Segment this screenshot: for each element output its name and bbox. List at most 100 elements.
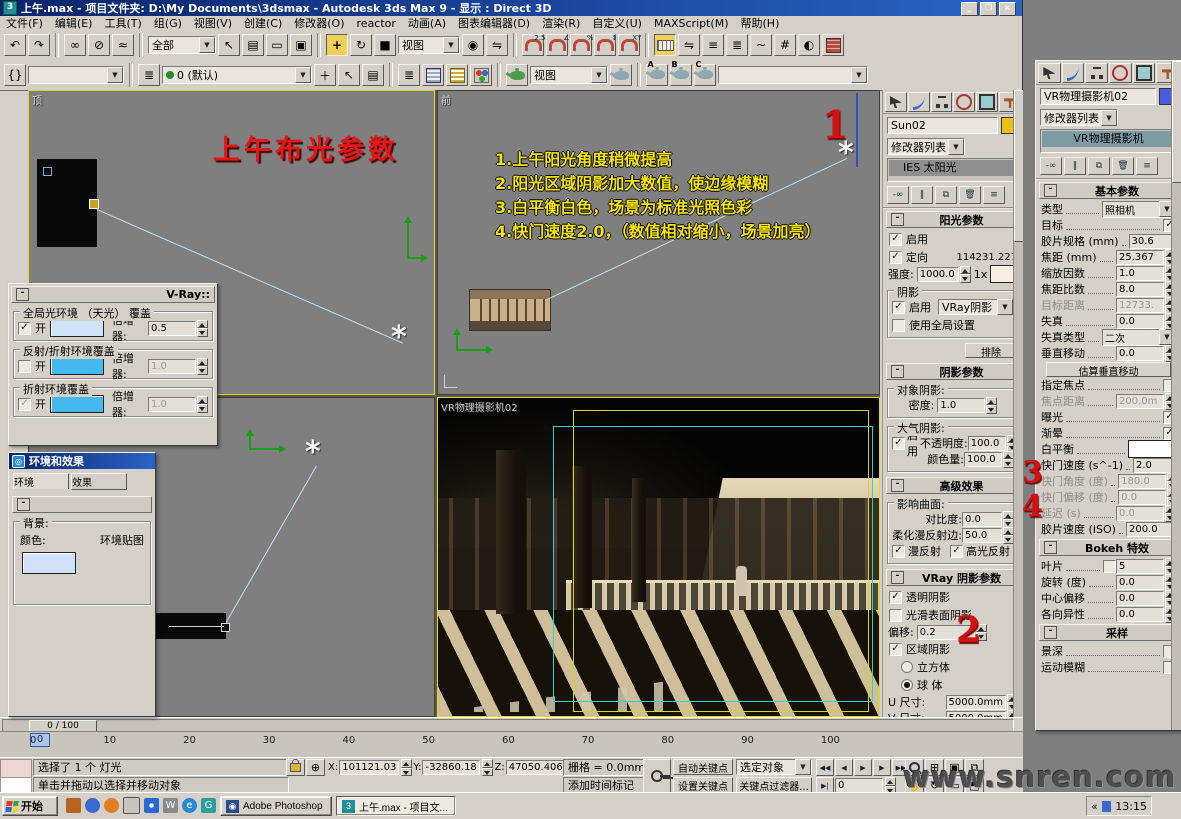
menu-item[interactable]: MAXScript(M) [648,17,735,30]
absolute-mode-button[interactable]: ⊕ [306,759,325,776]
scrollbar-thumb[interactable] [1172,61,1181,183]
density-field[interactable]: 1.0 [937,398,985,413]
chevron-down-icon[interactable]: ▼ [948,139,964,155]
align-button[interactable]: ≡ [702,34,724,56]
tab-environment[interactable]: 环境 [13,473,69,489]
title-bar[interactable]: 3 上午.max - 项目文件夹: D:\My Documents\3dsmax… [0,0,1022,16]
selection-filter-dropdown[interactable]: 全部▼ [148,36,216,54]
numeric-field[interactable]: 1.0 [148,359,196,374]
render-type-button[interactable] [506,64,528,86]
modifier-stack[interactable]: VR物理摄影机 [1040,129,1177,153]
material-editor-2-button[interactable] [446,64,468,86]
dialog-title-bar[interactable]: ◎ 环境和效果 [9,453,155,469]
chevron-down-icon[interactable]: ▼ [997,299,1013,315]
spinner-buttons[interactable] [960,266,971,283]
percent-snap-button[interactable]: % [570,34,592,56]
use-global-checkbox[interactable] [892,319,905,332]
numeric-field[interactable]: 0.0 [1116,575,1164,590]
collapse-icon[interactable]: - [891,571,904,584]
show-end-result-button[interactable]: ‖ [1064,157,1086,175]
set-key-mode-button[interactable]: 设置关键点 [673,777,733,793]
viewport-front-label[interactable]: 前 [441,92,451,107]
chevron-down-icon[interactable]: ▼ [1101,110,1117,126]
spinner-buttons[interactable] [197,358,208,375]
sphere-radio[interactable] [901,679,913,691]
snap-toggle-button[interactable]: 2.5 [522,34,544,56]
collapse-icon[interactable]: - [891,213,904,226]
schematic-view-button[interactable]: # [774,34,796,56]
curve-editor-2-button[interactable]: ≣ [398,64,420,86]
select-manipulate-button[interactable]: ⇋ [486,34,508,56]
spinner-buttons[interactable] [401,759,412,776]
play-button[interactable]: ▶ [854,759,872,776]
use-pivot-center-button[interactable]: ◉ [462,34,484,56]
make-unique-button[interactable]: ⧉ [1088,157,1110,175]
checkbox[interactable]: ✓ [18,322,31,335]
select-move-button[interactable]: + [326,34,348,56]
render-view-dropdown[interactable]: 视图▼ [530,66,608,84]
vray-sun-icon[interactable]: * [391,333,407,343]
pin-stack-button[interactable]: -∞ [1040,157,1062,175]
numeric-field[interactable]: 0.5 [148,321,196,336]
spinner-buttons[interactable] [197,396,208,413]
select-scale-button[interactable]: ■ [374,34,396,56]
opacity-field[interactable]: 100.0 [968,436,1006,451]
shadow-type-dropdown[interactable]: VRay阴影▼ [938,299,1014,315]
layers-button[interactable]: ≣ [138,64,160,86]
checkbox[interactable] [1103,560,1116,573]
menu-item[interactable]: 图表编辑器(D) [452,15,536,31]
rollout-shadow-params[interactable]: -阴影参数 [886,363,1020,380]
spinner-buttons[interactable] [986,397,997,414]
collapse-icon[interactable]: - [17,498,30,511]
track-bar[interactable]: 0 0102030405060708090100 [0,731,1023,757]
quick-render-button[interactable] [610,64,632,86]
tab-modify[interactable] [1062,63,1085,83]
stack-item[interactable]: VR物理摄影机 [1042,131,1175,147]
modifier-list-dropdown[interactable]: 修改器列表▼ [1040,109,1118,126]
rollout-advanced[interactable]: -高级效果 [886,477,1020,494]
x-field[interactable]: 101121.03 [339,760,399,775]
collapse-icon[interactable]: - [891,479,904,492]
redo-button[interactable]: ↷ [28,34,50,56]
macro-recorder-field[interactable] [0,759,32,778]
numeric-field[interactable]: 0.0 [1116,591,1164,606]
tab-display[interactable] [976,92,998,112]
viewport-top-label[interactable]: 顶 [32,92,42,107]
tab-hierarchy[interactable] [931,92,953,112]
paint-icon[interactable] [66,798,81,813]
menu-item[interactable]: 视图(V) [188,15,238,31]
atmo-enable-checkbox[interactable]: ✓ [892,437,905,450]
numeric-field[interactable]: 12733. [1116,298,1164,313]
key-mode-dropdown[interactable]: 选定对象▼ [736,759,812,775]
area-shadow-checkbox[interactable]: ✓ [889,643,902,656]
menu-item[interactable]: 文件(F) [0,15,49,31]
object-name-field[interactable]: VR物理摄影机02 [1040,88,1156,105]
layer-dropdown[interactable]: 0 (默认)▼ [162,66,312,84]
next-frame-button[interactable]: ▶ [873,759,891,776]
smooth-shadow-checkbox[interactable] [889,609,902,622]
checkbox[interactable] [18,360,31,373]
undo-button[interactable]: ↶ [4,34,26,56]
angle-snap-button[interactable]: ∠ [546,34,568,56]
restore-button[interactable]: ❐ [980,2,997,16]
soften-field[interactable]: 50.0 [962,528,1002,543]
tab-motion[interactable] [953,92,975,112]
task-photoshop[interactable]: ◉ Adobe Photoshop [220,796,332,816]
spinner-snap-button[interactable]: ↕ [594,34,616,56]
tab-create[interactable] [1038,63,1061,83]
collapse-icon[interactable]: - [891,365,904,378]
numeric-field[interactable]: 0.0 [1116,607,1164,622]
rollout-sun-params[interactable]: -阳光参数 [886,211,1020,228]
numeric-field[interactable]: 5 [1116,559,1164,574]
select-object-button[interactable]: ↖ [218,34,240,56]
chevron-down-icon[interactable]: ▼ [795,759,811,775]
targeted-checkbox[interactable]: ✓ [889,251,902,264]
usize-field[interactable]: 5000.0mm [946,695,1006,710]
numeric-field[interactable]: 8.0 [1116,282,1164,297]
material-editor-button[interactable]: ◐ [798,34,820,56]
render-scene-button[interactable] [822,34,844,56]
zoom-all-button[interactable]: ⊞ [925,759,944,776]
xy-constraint-button[interactable]: XY [618,34,640,56]
spinner-buttons[interactable] [482,759,493,776]
tray-collapse-button[interactable]: « [1091,800,1098,813]
